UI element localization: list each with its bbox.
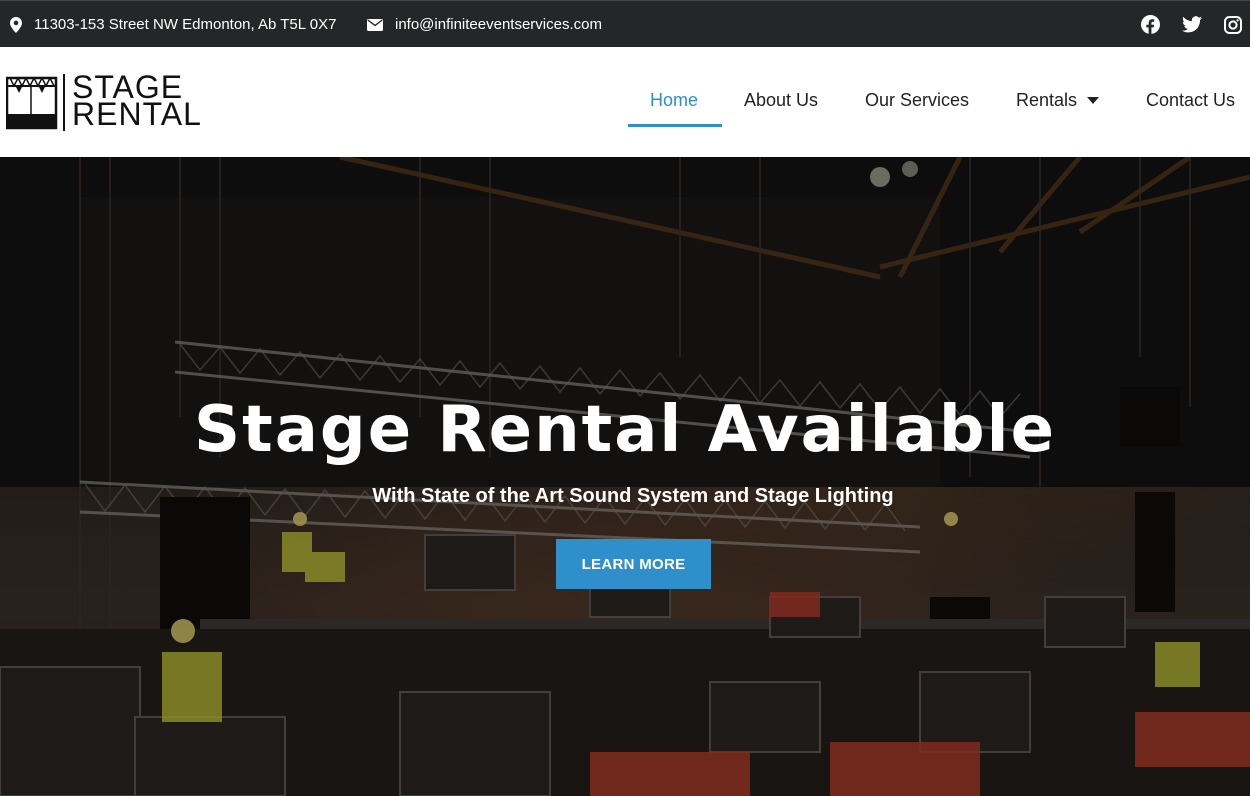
- envelope-icon: [367, 18, 383, 31]
- address-text: 11303-153 Street NW Edmonton, Ab T5L 0X7: [34, 16, 337, 33]
- hero-banner: Stage Rental Available With State of the…: [0, 157, 1250, 796]
- nav-home[interactable]: Home: [650, 90, 698, 111]
- main-navigation: Home About Us Our Services Rentals Conta…: [0, 47, 1250, 157]
- hero-title: Stage Rental Available: [194, 393, 1056, 467]
- twitter-icon[interactable]: [1182, 16, 1202, 33]
- nav-rentals-label: Rentals: [1016, 90, 1078, 110]
- facebook-icon[interactable]: [1141, 15, 1160, 34]
- address-info: 11303-153 Street NW Edmonton, Ab T5L 0X7: [10, 1, 336, 48]
- hero-dark-overlay: [0, 157, 1250, 796]
- caret-down-icon: [1087, 96, 1100, 104]
- site-header: STAGE RENTAL Home About Us Our Services …: [0, 47, 1250, 157]
- instagram-icon[interactable]: [1224, 15, 1242, 34]
- hero-subtitle: With State of the Art Sound System and S…: [372, 485, 894, 507]
- nav-contact-us[interactable]: Contact Us: [1146, 90, 1235, 111]
- social-links: [1141, 1, 1242, 48]
- top-info-bar: 11303-153 Street NW Edmonton, Ab T5L 0X7…: [0, 0, 1250, 47]
- nav-about-us[interactable]: About Us: [744, 90, 818, 111]
- learn-more-button[interactable]: LEARN MORE: [556, 539, 711, 589]
- active-nav-underline: [628, 124, 722, 127]
- location-pin-icon: [10, 16, 22, 33]
- email-link[interactable]: info@infiniteeventservices.com: [395, 16, 602, 33]
- nav-our-services[interactable]: Our Services: [865, 90, 969, 111]
- nav-rentals[interactable]: Rentals: [1016, 90, 1100, 111]
- email-info[interactable]: info@infiniteeventservices.com: [367, 1, 602, 48]
